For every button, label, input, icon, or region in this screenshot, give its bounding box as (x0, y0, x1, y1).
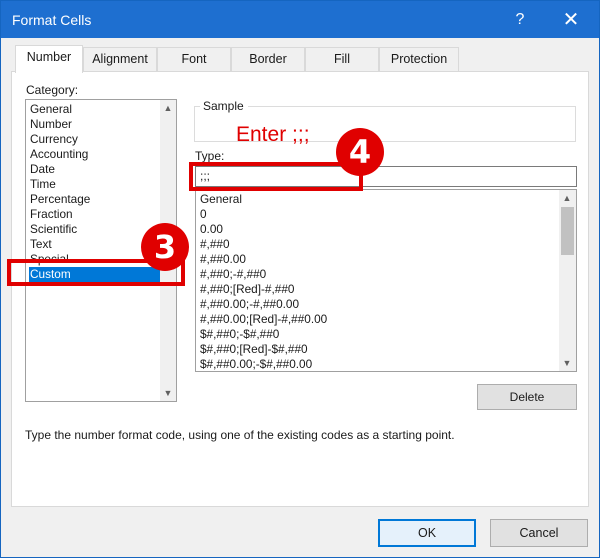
dialog-title: Format Cells (12, 12, 92, 28)
scroll-down-icon[interactable]: ▼ (160, 385, 176, 401)
help-icon[interactable]: ? (507, 7, 533, 33)
scroll-up-icon[interactable]: ▲ (160, 100, 176, 116)
format-item[interactable]: #,##0.00 (200, 252, 246, 267)
enter-hint-text: Enter ;;; (236, 123, 310, 146)
category-item[interactable]: Percentage (29, 192, 162, 207)
highlight-box-type (189, 162, 363, 191)
tab-font[interactable]: Font (157, 47, 231, 72)
format-item[interactable]: #,##0 (200, 237, 230, 252)
format-code-listbox[interactable]: General 0 0.00 #,##0 #,##0.00 #,##0;-#,#… (195, 189, 577, 372)
category-item[interactable]: Scientific (29, 222, 162, 237)
format-item[interactable]: 0.00 (200, 222, 223, 237)
format-item[interactable]: $#,##0.00;-$#,##0.00 (200, 357, 312, 371)
format-scrollbar[interactable]: ▲ ▼ (559, 190, 576, 371)
format-item[interactable]: #,##0.00;-#,##0.00 (200, 297, 299, 312)
cancel-button[interactable]: Cancel (490, 519, 588, 547)
category-item[interactable]: Number (29, 117, 162, 132)
type-label: Type: (195, 149, 225, 163)
tab-number[interactable]: Number (15, 45, 83, 73)
format-item[interactable]: #,##0;[Red]-#,##0 (200, 282, 294, 297)
category-item[interactable]: Fraction (29, 207, 162, 222)
sample-label: Sample (203, 99, 244, 113)
close-icon[interactable]: ✕ (557, 7, 585, 33)
format-item[interactable]: $#,##0;-$#,##0 (200, 327, 279, 342)
scroll-up-icon[interactable]: ▲ (559, 190, 575, 206)
ok-button[interactable]: OK (378, 519, 476, 547)
step-4-badge: 4 (336, 128, 384, 176)
category-item[interactable]: Time (29, 177, 162, 192)
format-item[interactable]: 0 (200, 207, 207, 222)
category-item[interactable]: Currency (29, 132, 162, 147)
step-3-badge: 3 (141, 223, 189, 271)
tab-fill[interactable]: Fill (305, 47, 379, 72)
category-label: Category: (26, 83, 79, 97)
format-item[interactable]: General (200, 192, 242, 207)
format-item[interactable]: #,##0;-#,##0 (200, 267, 266, 282)
scroll-down-icon[interactable]: ▼ (559, 355, 575, 371)
category-item[interactable]: Accounting (29, 147, 162, 162)
tab-border[interactable]: Border (231, 47, 305, 72)
category-item[interactable]: General (29, 102, 162, 117)
tab-protection[interactable]: Protection (379, 47, 459, 72)
title-bar[interactable]: Format Cells ? ✕ (1, 1, 599, 38)
delete-button[interactable]: Delete (477, 384, 577, 410)
format-item[interactable]: #,##0.00;[Red]-#,##0.00 (200, 312, 327, 327)
description-text: Type the number format code, using one o… (25, 428, 455, 442)
category-item[interactable]: Date (29, 162, 162, 177)
tab-alignment[interactable]: Alignment (83, 47, 157, 72)
scrollbar-thumb[interactable] (561, 207, 574, 255)
format-item[interactable]: $#,##0;[Red]-$#,##0 (200, 342, 308, 357)
format-cells-dialog: Format Cells ? ✕ Number Alignment Font B… (0, 0, 600, 558)
